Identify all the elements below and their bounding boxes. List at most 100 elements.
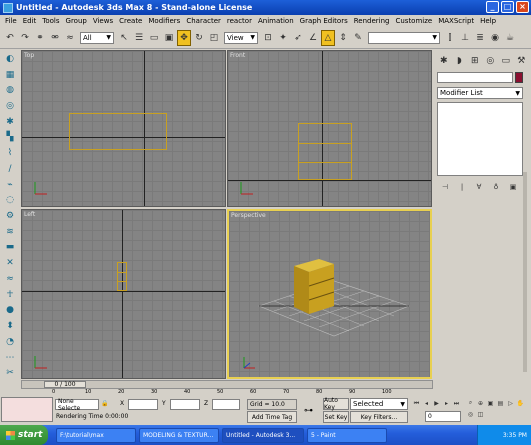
z-coordinate-field[interactable] — [212, 399, 240, 410]
ball-socket-icon[interactable]: ● — [3, 304, 17, 318]
undo-icon[interactable]: ↶ — [3, 30, 17, 46]
spring-icon[interactable]: ⌇ — [3, 146, 17, 160]
named-selection-dropdown[interactable]: ▼ — [368, 31, 440, 44]
maximize-viewport-icon[interactable]: ◫ — [476, 409, 485, 419]
menu-graph-editors[interactable]: Graph Editors — [297, 17, 351, 25]
maximize-button[interactable]: □ — [501, 1, 514, 13]
material-editor-icon[interactable]: ◉ — [488, 30, 502, 46]
menu-reactor[interactable]: reactor — [224, 17, 255, 25]
viewport-top[interactable]: Top — [21, 50, 226, 207]
layer-manager-icon[interactable]: ≣ — [473, 30, 487, 46]
go-to-start-icon[interactable]: ⏮ — [412, 398, 421, 409]
fracture-icon[interactable]: ✕ — [3, 256, 17, 270]
zoom-extents-all-icon[interactable]: ▤ — [496, 398, 505, 408]
viewport-perspective[interactable]: Perspective — [227, 209, 432, 379]
configure-sets-icon[interactable]: ▣ — [506, 179, 520, 195]
menu-animation[interactable]: Animation — [255, 17, 297, 25]
prismatic-icon[interactable]: ⬍ — [3, 319, 17, 333]
render-scene-icon[interactable]: ☕ — [503, 30, 517, 46]
hierarchy-tab-icon[interactable]: ⊞ — [468, 53, 482, 69]
object-color-swatch[interactable] — [515, 72, 523, 83]
shelf-object-front[interactable] — [298, 123, 352, 180]
pan-icon[interactable]: ✋ — [516, 398, 525, 408]
modifier-stack[interactable] — [437, 102, 523, 176]
taskbar-item-3dsmax[interactable]: Untitled - Autodesk 3... — [222, 427, 304, 443]
water-icon[interactable]: ≈ — [3, 272, 17, 286]
close-button[interactable]: × — [516, 1, 529, 13]
soft-body-icon[interactable]: ◎ — [3, 99, 17, 113]
menu-character[interactable]: Character — [183, 17, 224, 25]
lock-selection-icon[interactable]: 🔒 — [101, 400, 108, 407]
modifier-list-dropdown[interactable]: Modifier List ▼ — [437, 87, 523, 99]
toy-car-icon[interactable]: ▬ — [3, 241, 17, 255]
select-and-scale-icon[interactable]: ◰ — [207, 30, 221, 46]
taskbar-item-paint[interactable]: 5 - Paint — [307, 427, 387, 443]
motor-icon[interactable]: ⚙ — [3, 209, 17, 223]
create-tab-icon[interactable]: ✱ — [437, 53, 451, 69]
object-name-field[interactable] — [437, 72, 513, 83]
zoom-all-icon[interactable]: ⊕ — [476, 398, 485, 408]
key-mode-dropdown[interactable]: Selected ▼ — [350, 398, 408, 410]
menu-group[interactable]: Group — [63, 17, 90, 25]
next-frame-icon[interactable]: ▸ — [442, 398, 451, 409]
percent-snap-icon[interactable]: △ — [321, 29, 335, 46]
shelf-object-left[interactable] — [117, 262, 127, 291]
zoom-icon[interactable]: ⌕ — [466, 398, 475, 408]
menu-views[interactable]: Views — [90, 17, 116, 25]
menu-edit[interactable]: Edit — [20, 17, 40, 25]
time-slider-track[interactable]: 0 / 100 — [21, 380, 433, 389]
start-button[interactable]: start — [0, 425, 48, 445]
play-icon[interactable]: ▶ — [432, 398, 441, 409]
select-link-icon[interactable]: ⚭ — [33, 30, 47, 46]
ragdoll-icon[interactable]: ☥ — [3, 288, 17, 302]
select-and-move-icon[interactable]: ✥ — [177, 29, 191, 46]
cloth-icon[interactable]: ◍ — [3, 83, 17, 97]
plane-icon[interactable]: ◌ — [3, 193, 17, 207]
constraint-icon[interactable]: ✱ — [3, 115, 17, 129]
auto-key-button[interactable]: Auto Key — [323, 397, 349, 411]
viewport-label-front[interactable]: Front — [230, 52, 245, 59]
viewport-front[interactable]: Front — [227, 50, 432, 207]
taskbar-item-explorer[interactable]: F:\tutorial\max — [56, 427, 136, 443]
shelf-object-top[interactable] — [69, 113, 167, 150]
menu-help[interactable]: Help — [477, 17, 499, 25]
car-wheel-icon[interactable]: ◔ — [3, 335, 17, 349]
minimize-button[interactable]: _ — [486, 1, 499, 13]
add-time-tag-button[interactable]: Add Time Tag — [247, 411, 297, 423]
hinge-icon[interactable]: ▚ — [3, 131, 17, 145]
menu-modifiers[interactable]: Modifiers — [145, 17, 183, 25]
snaps-toggle-icon[interactable]: ➶ — [291, 30, 305, 46]
make-unique-icon[interactable]: ∀ — [472, 179, 486, 195]
pin-stack-icon[interactable]: ⊣ — [438, 179, 452, 195]
pivot-center-icon[interactable]: ⊡ — [261, 30, 275, 46]
maxscript-listener[interactable] — [1, 397, 53, 422]
y-coordinate-field[interactable] — [170, 399, 200, 410]
menu-file[interactable]: File — [2, 17, 20, 25]
align-icon[interactable]: ⊥ — [458, 30, 472, 46]
select-object-icon[interactable]: ↖ — [117, 30, 131, 46]
rigid-body-icon[interactable]: ▦ — [3, 68, 17, 82]
current-frame-field[interactable]: 0 — [425, 411, 461, 422]
modify-tab-icon[interactable]: ◗ — [453, 53, 467, 69]
selection-filter-dropdown[interactable]: All ▼ — [80, 31, 114, 44]
edit-named-selection-icon[interactable]: ✎ — [351, 30, 365, 46]
time-slider-thumb[interactable]: 0 / 100 — [44, 381, 86, 388]
angle-snap-icon[interactable]: ∠ — [306, 30, 320, 46]
previous-frame-icon[interactable]: ◂ — [422, 398, 431, 409]
command-panel-scrollbar[interactable] — [523, 172, 527, 372]
arc-rotate-icon[interactable]: ◎ — [466, 409, 475, 419]
select-and-rotate-icon[interactable]: ↻ — [192, 30, 206, 46]
point-path-icon[interactable]: ⋯ — [3, 351, 17, 365]
menu-create[interactable]: Create — [116, 17, 145, 25]
deforming-mesh-icon[interactable]: ⌁ — [3, 178, 17, 192]
viewport-left[interactable]: Left — [21, 209, 226, 379]
display-tab-icon[interactable]: ▭ — [499, 53, 513, 69]
rectangular-selection-icon[interactable]: ▭ — [147, 30, 161, 46]
fracture-2-icon[interactable]: ✂ — [3, 366, 17, 380]
rope-icon[interactable]: ∕ — [3, 162, 17, 176]
mirror-icon[interactable]: ⫿ — [443, 30, 457, 46]
zoom-extents-icon[interactable]: ▣ — [486, 398, 495, 408]
go-to-end-icon[interactable]: ⏭ — [452, 398, 461, 409]
wind-icon[interactable]: ≋ — [3, 225, 17, 239]
menu-maxscript[interactable]: MAXScript — [435, 17, 477, 25]
